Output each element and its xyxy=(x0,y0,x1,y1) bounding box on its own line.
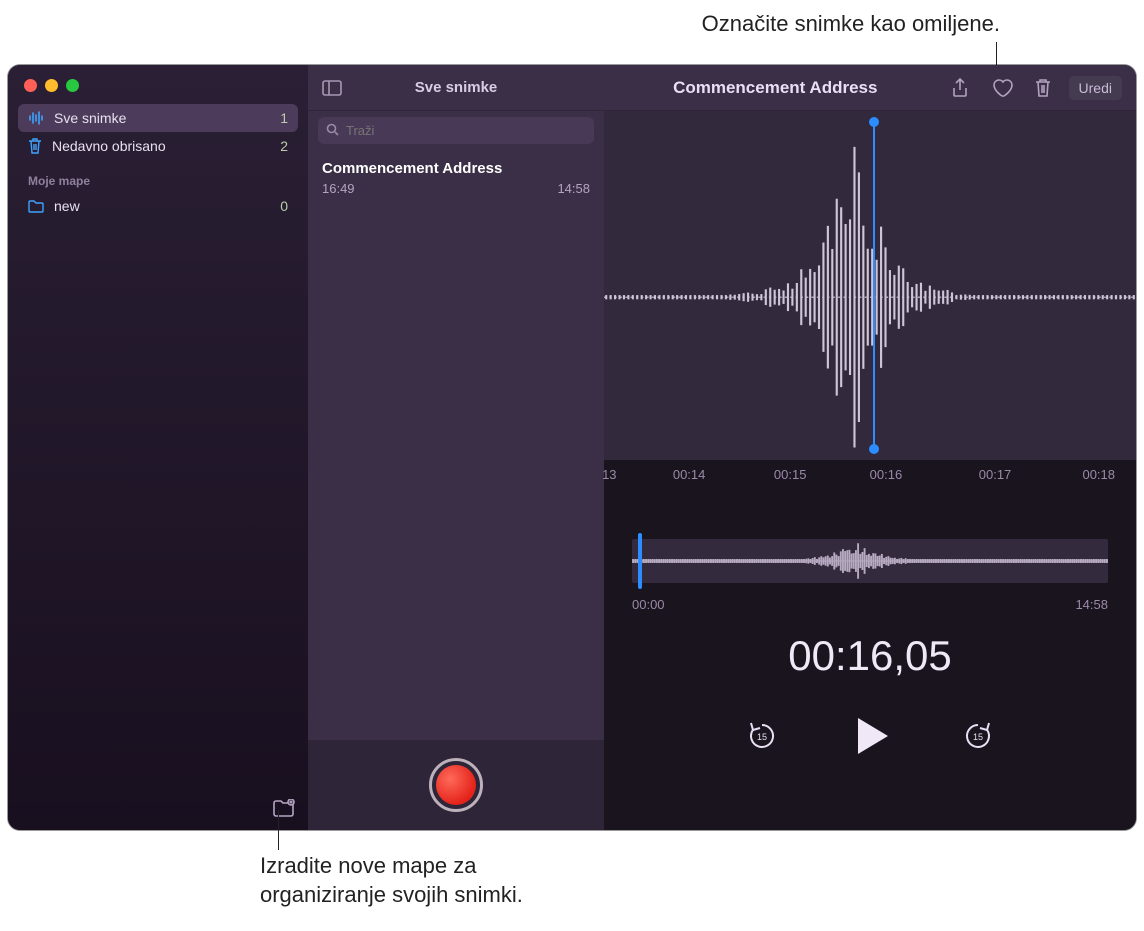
window-controls xyxy=(8,65,308,98)
record-button[interactable] xyxy=(429,758,483,812)
playhead[interactable] xyxy=(873,121,875,450)
fullscreen-window[interactable] xyxy=(66,79,79,92)
skip-back-button[interactable]: 15 xyxy=(746,720,778,752)
ruler-tick: 00:17 xyxy=(979,467,1012,482)
current-time: 00:16,05 xyxy=(604,632,1136,680)
record-icon xyxy=(436,765,476,805)
delete-button[interactable] xyxy=(1031,74,1055,102)
minimize-window[interactable] xyxy=(45,79,58,92)
ruler-tick: 00:16 xyxy=(870,467,903,482)
search-icon xyxy=(326,123,339,136)
skip-forward-button[interactable]: 15 xyxy=(962,720,994,752)
sidebar: Sve snimke 1 Nedavno obrisano 2 Moje map… xyxy=(8,65,308,830)
recording-duration: 14:58 xyxy=(557,181,590,196)
waveform-detail[interactable] xyxy=(604,111,1136,461)
list-title: Sve snimke xyxy=(415,79,498,96)
search-input[interactable] xyxy=(318,117,594,144)
waveform-overview[interactable] xyxy=(632,539,1108,583)
sidebar-section-my-folders: Moje mape xyxy=(18,160,298,192)
new-folder-button[interactable] xyxy=(270,798,298,820)
trash-icon xyxy=(28,138,42,154)
main-panel: Commencement Address Uredi 13 00:14 00:1… xyxy=(604,65,1136,830)
sidebar-item-folder[interactable]: new 0 xyxy=(18,192,298,220)
recording-time: 16:49 xyxy=(322,181,355,196)
edit-button[interactable]: Uredi xyxy=(1069,76,1122,100)
sidebar-item-count: 2 xyxy=(280,138,288,154)
time-ruler: 13 00:14 00:15 00:16 00:17 00:18 xyxy=(604,461,1136,499)
close-window[interactable] xyxy=(24,79,37,92)
app-window: Sve snimke 1 Nedavno obrisano 2 Moje map… xyxy=(8,65,1136,830)
ruler-tick: 00:18 xyxy=(1082,467,1115,482)
recording-row[interactable]: Commencement Address 16:49 14:58 xyxy=(308,150,604,206)
svg-text:15: 15 xyxy=(973,732,983,742)
favorite-button[interactable] xyxy=(987,74,1017,102)
sidebar-item-label: Sve snimke xyxy=(54,110,126,126)
main-toolbar: Commencement Address Uredi xyxy=(604,65,1136,111)
page-title: Commencement Address xyxy=(618,78,933,98)
playback-controls: 15 15 xyxy=(604,714,1136,758)
sidebar-item-label: new xyxy=(54,198,80,214)
overview-start: 00:00 xyxy=(632,597,665,612)
folder-icon xyxy=(28,200,44,213)
recordings-list-panel: Sve snimke Commencement Address 16:49 14… xyxy=(308,65,604,830)
waveform-icon xyxy=(28,111,44,125)
svg-text:15: 15 xyxy=(757,732,767,742)
callout-new-folder: Izradite nove mape za organiziranje svoj… xyxy=(260,852,523,909)
sidebar-item-label: Nedavno obrisano xyxy=(52,138,166,154)
ruler-tick: 00:15 xyxy=(774,467,807,482)
toggle-sidebar-button[interactable] xyxy=(322,80,342,96)
callout-line xyxy=(278,810,279,850)
ruler-tick: 13 xyxy=(602,467,616,482)
callout-text: Izradite nove mape za xyxy=(260,852,523,881)
overview-end: 14:58 xyxy=(1075,597,1108,612)
recording-title: Commencement Address xyxy=(322,160,590,177)
ruler-tick: 00:14 xyxy=(673,467,706,482)
list-header: Sve snimke xyxy=(308,65,604,111)
sidebar-item-recently-deleted[interactable]: Nedavno obrisano 2 xyxy=(18,132,298,160)
sidebar-item-count: 0 xyxy=(280,198,288,214)
overview-playhead[interactable] xyxy=(638,533,642,589)
callout-favorite: Označite snimke kao omiljene. xyxy=(590,10,1000,39)
share-button[interactable] xyxy=(947,74,973,102)
sidebar-item-count: 1 xyxy=(280,110,288,126)
sidebar-item-all-recordings[interactable]: Sve snimke 1 xyxy=(18,104,298,132)
callout-text: organiziranje svojih snimki. xyxy=(260,881,523,910)
play-button[interactable] xyxy=(848,714,892,758)
